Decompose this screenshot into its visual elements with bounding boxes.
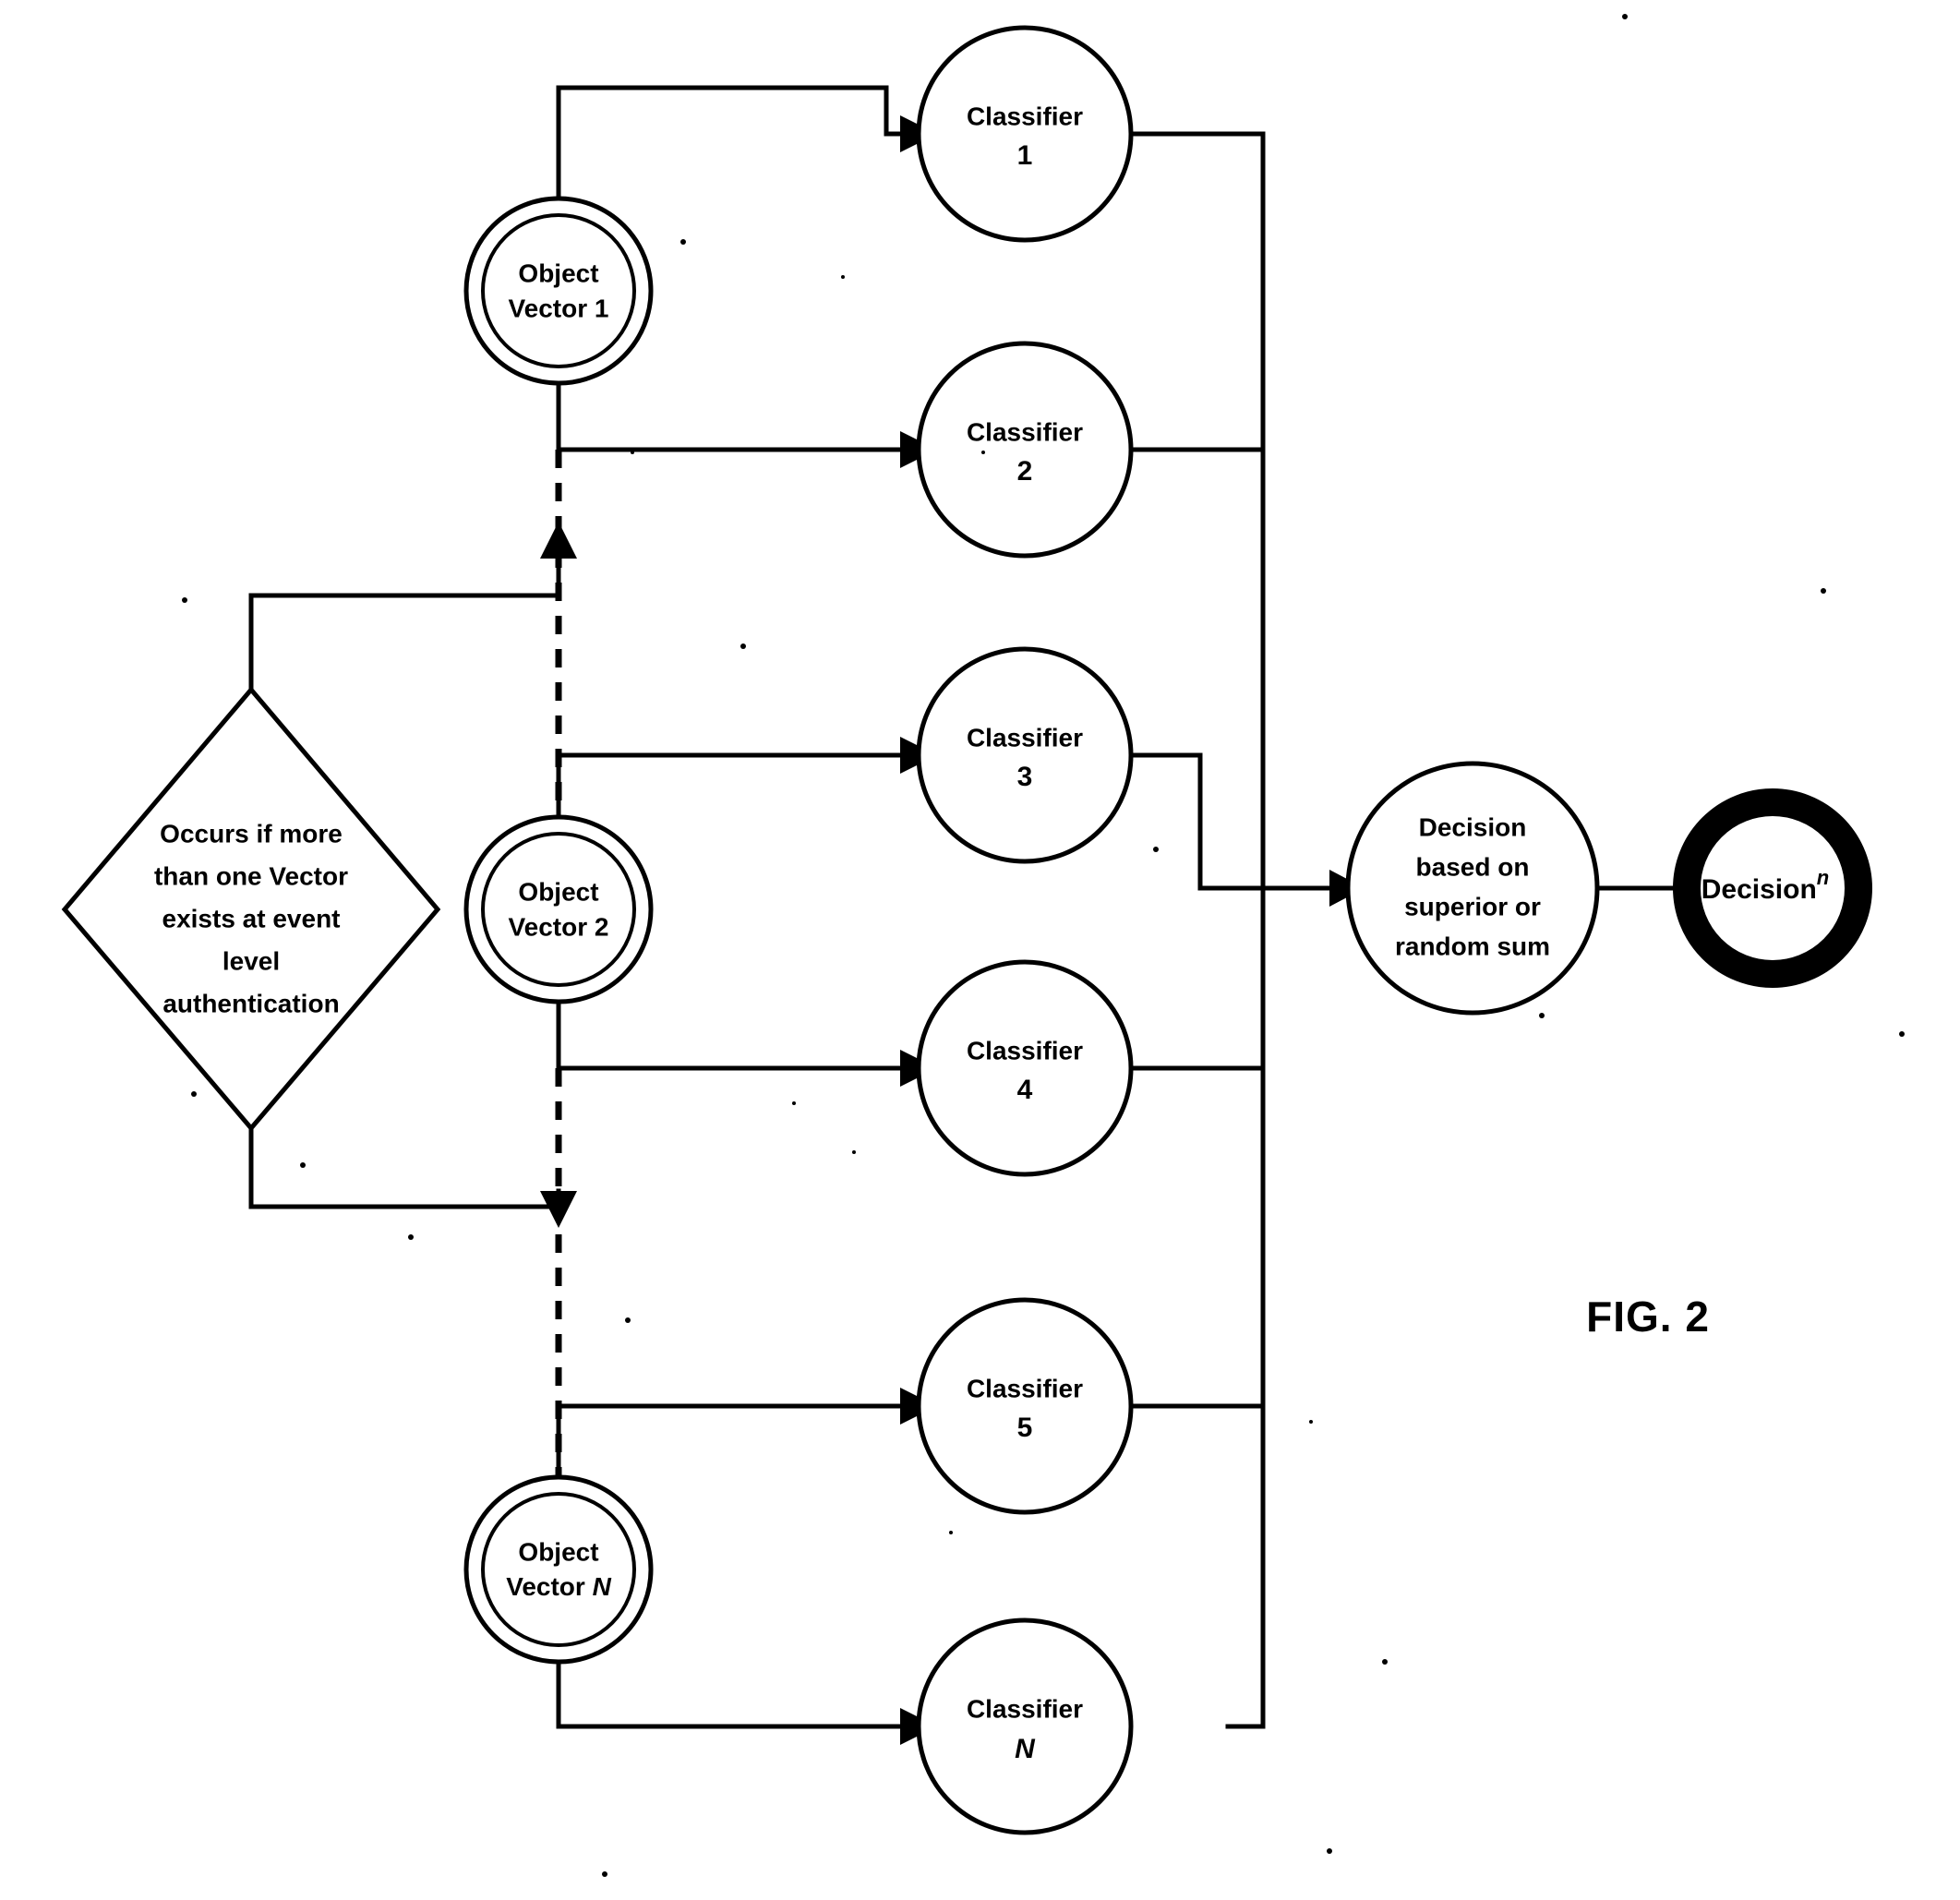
object-vector-n-line-2-text: Vector	[506, 1572, 592, 1601]
object-vector-2: Object Vector 2	[463, 814, 654, 1004]
decision-node: Decision based on superior or random sum	[1345, 761, 1600, 1016]
classifier-4: Classifier 4	[916, 959, 1134, 1177]
condition-diamond-line-3: exists at event	[162, 904, 341, 932]
object-vector-2-line-1: Object	[518, 877, 598, 906]
object-vector-2-line-2: Vector 2	[509, 912, 609, 941]
condition-diamond: Occurs if more than one Vector exists at…	[61, 686, 441, 1132]
bus-lower-segment	[1225, 885, 1266, 1729]
figure-canvas: Occurs if more than one Vector exists at…	[61, 14, 1905, 1877]
object-vector-1: Object Vector 1	[463, 196, 654, 386]
classifier-4-line-2: 4	[1017, 1075, 1033, 1105]
bus-upper-segment	[1128, 131, 1266, 891]
edge-diamond-bottom-feedback	[248, 1188, 561, 1209]
decision-output-superscript: n	[1817, 866, 1829, 889]
classifier-1-line-1: Classifier	[967, 102, 1083, 130]
classifier-3-line-1: Classifier	[967, 723, 1083, 752]
condition-diamond-line-2: than one Vector	[154, 861, 348, 890]
classifier-1: Classifier 1	[916, 25, 1134, 243]
object-vector-n-outer-circle	[463, 1474, 654, 1665]
edge-classifier3-to-decision	[1128, 752, 1346, 891]
classifier-n: Classifier N	[916, 1617, 1134, 1835]
condition-diamond-line-1: Occurs if more	[160, 819, 343, 848]
object-vector-n-line-2: Vector N	[506, 1572, 611, 1601]
edge-ov2-to-classifier4	[556, 999, 903, 1071]
patent-figure-2: Occurs if more than one Vector exists at…	[0, 0, 1960, 1900]
classifier-n-line-1: Classifier	[967, 1694, 1083, 1723]
object-vector-n-italic-suffix: N	[593, 1572, 612, 1601]
object-vector-n-line-1: Object	[518, 1537, 598, 1566]
classifier-2-circle	[916, 341, 1134, 559]
edge-diamond-top-feedback	[248, 551, 561, 598]
decision-output-node: Decisionn	[1673, 788, 1872, 988]
condition-diamond-line-5: authentication	[162, 989, 339, 1017]
classifier-n-line-2: N	[1015, 1734, 1036, 1764]
object-vector-1-line-2: Vector 1	[509, 294, 609, 322]
decision-node-line-3: superior or	[1404, 892, 1541, 920]
classifier-5: Classifier 5	[916, 1297, 1134, 1515]
decision-node-line-2: based on	[1416, 852, 1530, 881]
edge-ov1-to-classifier2	[556, 380, 903, 452]
classifier-4-line-1: Classifier	[967, 1036, 1083, 1064]
object-vector-n: Object Vector N	[463, 1474, 654, 1665]
object-vector-1-line-1: Object	[518, 259, 598, 287]
object-vector-2-outer-circle	[463, 814, 654, 1004]
classifier-4-circle	[916, 959, 1134, 1177]
edge-ov2-to-classifier3	[556, 752, 903, 820]
classifier-2: Classifier 2	[916, 341, 1134, 559]
edge-ovn-to-classifiern	[556, 1659, 903, 1729]
arrowhead-feedback-down	[540, 1191, 577, 1228]
edge-ovn-to-classifier5	[556, 1403, 903, 1480]
figure-caption: FIG. 2	[1586, 1293, 1710, 1341]
condition-diamond-line-4: level	[222, 946, 280, 975]
classifier-5-line-2: 5	[1017, 1413, 1033, 1443]
arrowhead-feedback-up	[540, 522, 577, 559]
classifier-2-line-1: Classifier	[967, 417, 1083, 446]
classifier-5-line-1: Classifier	[967, 1374, 1083, 1402]
classifier-n-circle	[916, 1617, 1134, 1835]
decision-node-circle	[1345, 761, 1600, 1016]
classifier-3: Classifier 3	[916, 646, 1134, 864]
scan-speckles	[182, 14, 1905, 1877]
classifier-1-line-2: 1	[1017, 140, 1033, 171]
edge-ov1-to-classifier1	[556, 85, 903, 137]
decision-output-label-text: Decision	[1701, 874, 1817, 905]
object-vector-1-outer-circle	[463, 196, 654, 386]
classifier-3-circle	[916, 646, 1134, 864]
classifier-5-circle	[916, 1297, 1134, 1515]
classifier-3-line-2: 3	[1017, 762, 1033, 792]
decision-node-line-1: Decision	[1419, 812, 1527, 841]
classifier-1-circle	[916, 25, 1134, 243]
classifier-2-line-2: 2	[1017, 456, 1033, 487]
decision-node-line-4: random sum	[1395, 932, 1550, 960]
